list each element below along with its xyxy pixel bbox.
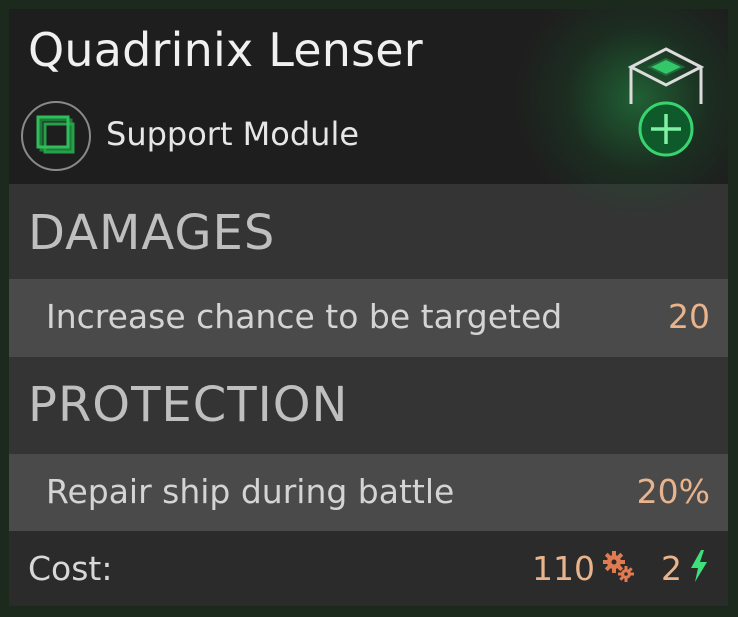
stat-value: 20% (636, 472, 710, 511)
resource-cost-value: 110 (532, 548, 595, 588)
section-heading-damages: DAMAGES (28, 205, 276, 261)
module-title: Quadrinix Lenser (28, 23, 423, 77)
energy-cost-value: 2 (661, 548, 682, 588)
tooltip-header: Quadrinix Lenser Support Module (9, 9, 728, 219)
module-type-label: Support Module (106, 115, 360, 153)
stat-row: Increase chance to be targeted 20 (9, 279, 728, 357)
stat-value: 20 (668, 297, 710, 336)
add-module-icon[interactable] (621, 39, 711, 169)
stat-row: Repair ship during battle 20% (9, 454, 728, 532)
cost-values: 110 2 (532, 545, 710, 591)
lightning-icon (688, 549, 710, 587)
section-heading-protection: PROTECTION (28, 377, 349, 433)
support-module-icon (21, 101, 91, 171)
gears-icon (601, 549, 635, 587)
cost-row: Cost: 110 2 (9, 531, 728, 606)
module-tooltip-panel: Quadrinix Lenser Support Module DAMAGES … (9, 9, 728, 606)
cost-label: Cost: (28, 549, 113, 588)
stat-label: Increase chance to be targeted (46, 297, 563, 336)
stat-label: Repair ship during battle (46, 472, 455, 511)
